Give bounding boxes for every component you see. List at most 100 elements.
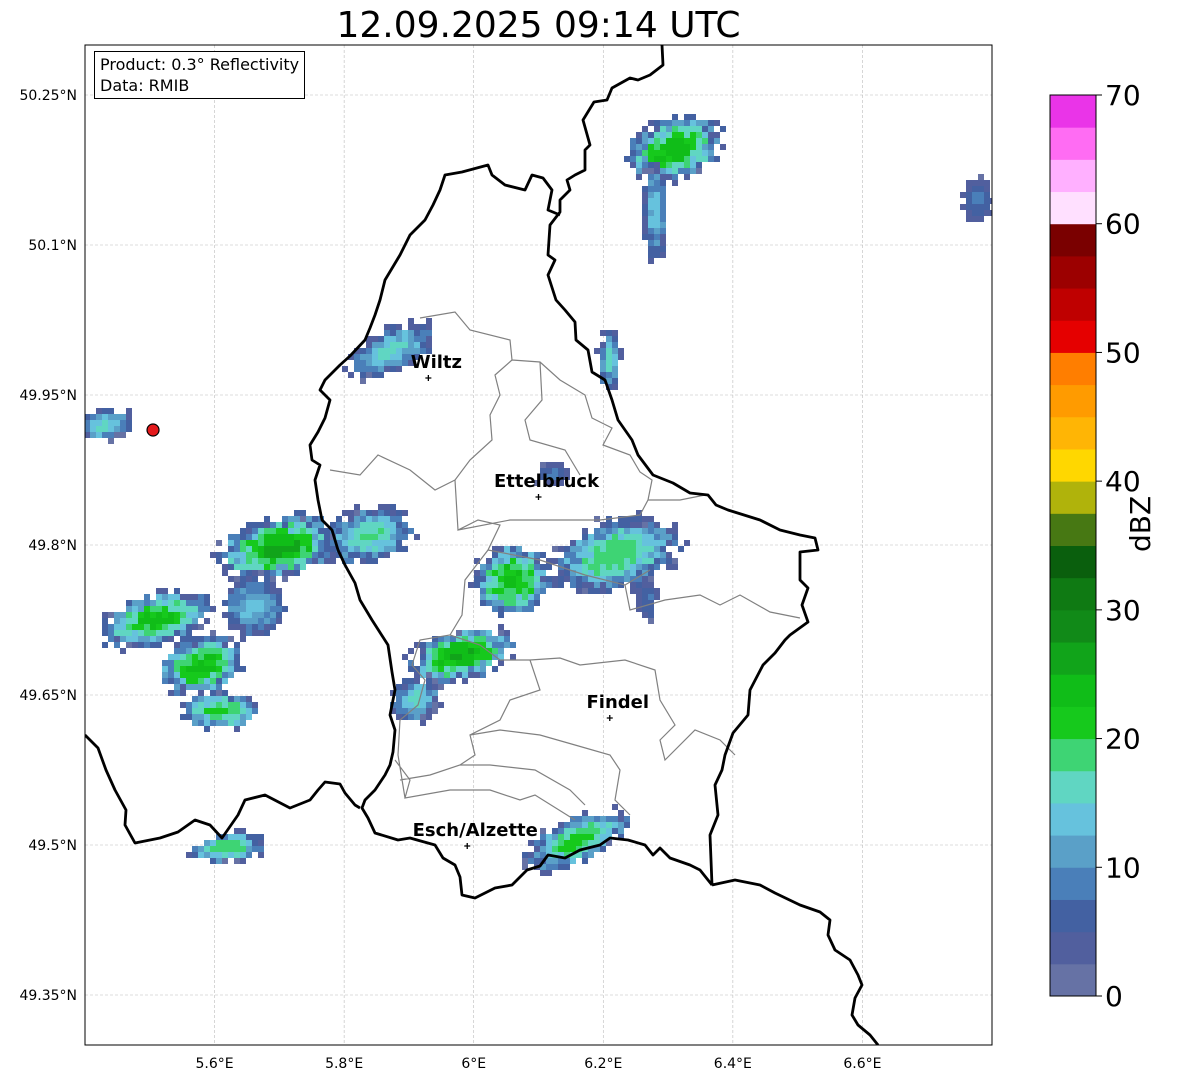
echo-pixel [240, 546, 246, 552]
echo-pixel [192, 678, 198, 684]
echo-pixel [618, 576, 624, 582]
echo-pixel [210, 636, 216, 642]
echo-pixel [162, 666, 168, 672]
echo-pixel [672, 168, 678, 174]
echo-pixel [390, 546, 396, 552]
echo-pixel [642, 126, 648, 132]
echo-pixel [126, 606, 132, 612]
echo-pixel [642, 198, 648, 204]
echo-pixel [582, 582, 588, 588]
echo-pixel [228, 558, 234, 564]
echo-pixel [354, 360, 360, 366]
echo-pixel [660, 138, 666, 144]
echo-pixel [186, 666, 192, 672]
echo-pixel [186, 642, 192, 648]
echo-pixel [216, 636, 222, 642]
echo-pixel [192, 672, 198, 678]
echo-pixel [378, 546, 384, 552]
echo-pixel [342, 528, 348, 534]
echo-pixel [654, 168, 660, 174]
echo-pixel [618, 816, 624, 822]
echo-pixel [192, 648, 198, 654]
echo-pixel [534, 594, 540, 600]
echo-pixel [456, 648, 462, 654]
echo-pixel [222, 840, 228, 846]
echo-pixel [660, 126, 666, 132]
echo-pixel [276, 540, 282, 546]
echo-pixel [270, 540, 276, 546]
echo-pixel [642, 234, 648, 240]
echo-pixel [270, 582, 276, 588]
echo-pixel [360, 540, 366, 546]
echo-pixel [612, 534, 618, 540]
echo-pixel [588, 558, 594, 564]
plot-area[interactable]: WiltzEttelbruckFindelEsch/Alzette [66, 45, 996, 1045]
echo-cell [960, 174, 992, 222]
echo-pixel [270, 564, 276, 570]
echo-pixel [354, 354, 360, 360]
echo-pixel [174, 678, 180, 684]
echo-pixel [252, 582, 258, 588]
echo-pixel [306, 546, 312, 552]
echo-pixel [666, 564, 672, 570]
echo-pixel [720, 126, 726, 132]
city-marker [425, 375, 432, 381]
echo-pixel [384, 354, 390, 360]
echo-pixel [180, 636, 186, 642]
echo-pixel [480, 594, 486, 600]
echo-pixel [240, 558, 246, 564]
echo-pixel [600, 534, 606, 540]
echo-pixel [234, 534, 240, 540]
echo-pixel [366, 546, 372, 552]
echo-pixel [216, 858, 222, 864]
echo-pixel [240, 852, 246, 858]
echo-pixel [630, 534, 636, 540]
echo-pixel [648, 252, 654, 258]
echo-pixel [198, 660, 204, 666]
echo-pixel [432, 642, 438, 648]
echo-pixel [240, 552, 246, 558]
echo-pixel [420, 720, 426, 726]
echo-pixel [186, 660, 192, 666]
echo-pixel [606, 564, 612, 570]
echo-cell [390, 672, 444, 726]
echo-pixel [546, 564, 552, 570]
echo-pixel [252, 708, 258, 714]
echo-pixel [480, 564, 486, 570]
echo-pixel [498, 594, 504, 600]
echo-pixel [660, 240, 666, 246]
echo-pixel [660, 216, 666, 222]
echo-pixel [264, 588, 270, 594]
echo-pixel [240, 528, 246, 534]
echo-pixel [288, 516, 294, 522]
echo-pixel [654, 216, 660, 222]
colorbar-segment [1050, 95, 1096, 128]
echo-pixel [648, 168, 654, 174]
echo-pixel [252, 522, 258, 528]
echo-pixel [600, 558, 606, 564]
echo-pixel [474, 672, 480, 678]
echo-pixel [120, 648, 126, 654]
echo-pixel [210, 714, 216, 720]
echo-cell [85, 408, 132, 444]
echo-pixel [498, 564, 504, 570]
echo-pixel [234, 858, 240, 864]
echo-pixel [156, 642, 162, 648]
echo-pixel [648, 204, 654, 210]
echo-pixel [564, 546, 570, 552]
echo-pixel [588, 552, 594, 558]
echo-pixel [384, 348, 390, 354]
echo-pixel [498, 576, 504, 582]
echo-pixel [660, 540, 666, 546]
echo-pixel [240, 540, 246, 546]
echo-pixel [510, 600, 516, 606]
echo-pixel [606, 828, 612, 834]
echo-pixel [498, 624, 504, 630]
echo-pixel [378, 366, 384, 372]
echo-pixel [648, 234, 654, 240]
echo-pixel [396, 330, 402, 336]
echo-pixel [504, 606, 510, 612]
lat-tick-label: 49.95°N [19, 388, 77, 404]
echo-pixel [192, 720, 198, 726]
echo-pixel [552, 864, 558, 870]
